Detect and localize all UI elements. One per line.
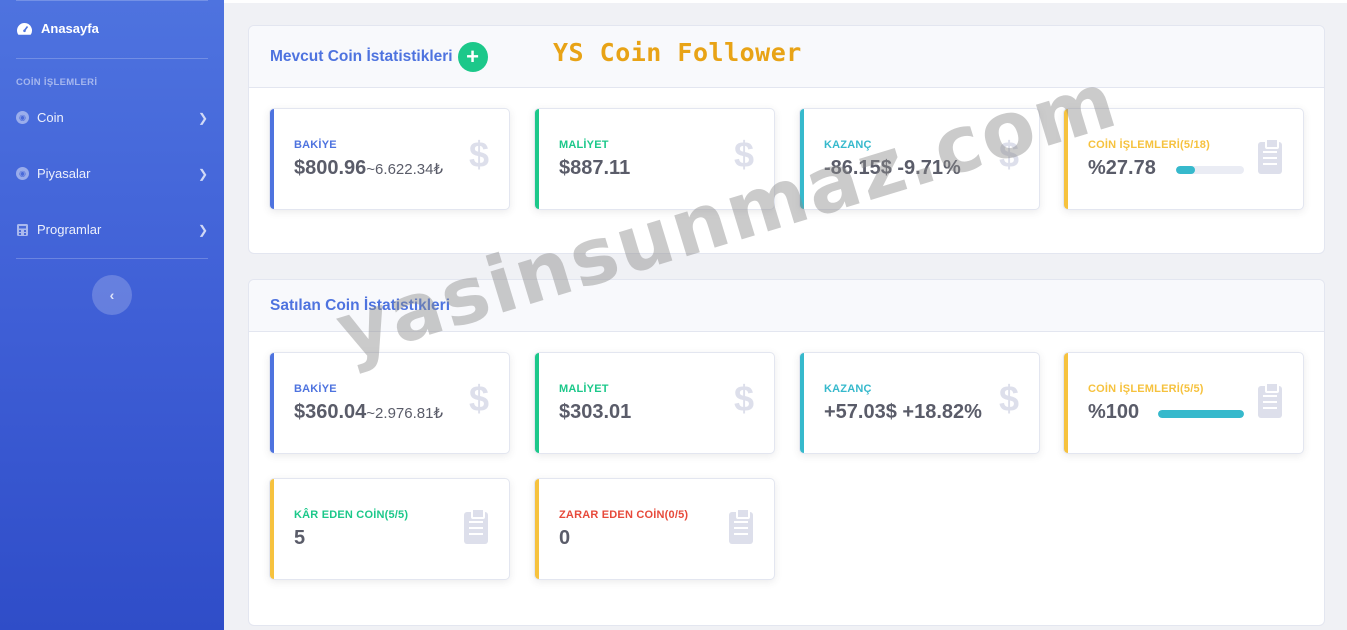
chevron-right-icon: ❯ <box>197 110 208 125</box>
stat-accent-bar <box>1064 109 1068 209</box>
stat-value: $360.04~2.976.81₺ <box>294 401 443 424</box>
dollar-icon: $ <box>733 378 754 419</box>
sidebar-toggle-button[interactable]: ‹ <box>92 275 132 315</box>
stat-accent-bar <box>800 353 804 453</box>
stat-label: COİN İŞLEMLERİ(5/5) <box>1088 383 1204 395</box>
stat-accent-bar <box>800 109 804 209</box>
stat-card-transactions: COİN İŞLEMLERİ(5/5) %100 <box>1063 352 1304 454</box>
dollar-icon: $ <box>468 378 489 419</box>
stat-value: $800.96~6.622.34₺ <box>294 157 443 180</box>
chevron-right-icon: ❯ <box>197 166 208 181</box>
stat-label: KÂR EDEN COİN(5/5) <box>294 509 409 521</box>
stat-value-sub: ~6.622.34₺ <box>366 161 443 178</box>
add-coin-button[interactable]: + <box>457 41 488 72</box>
clipboard-icon <box>729 508 753 544</box>
dollar-icon: $ <box>468 134 489 175</box>
card-title: Satılan Coin İstatistikleri <box>270 296 451 314</box>
clipboard-icon <box>1258 138 1282 174</box>
stat-card-profit: KAZANÇ -86.15$ -9.71% $ <box>799 108 1040 210</box>
stat-label: COİN İŞLEMLERİ(5/18) <box>1088 139 1210 151</box>
stat-label: KAZANÇ <box>824 139 872 151</box>
sold-stats-card: Satılan Coin İstatistikleri BAKİYE $360.… <box>248 279 1325 626</box>
current-stats-card: Mevcut Coin İstatistikleri + YS Coin Fol… <box>248 25 1325 254</box>
stat-accent-bar <box>535 353 539 453</box>
coin-icon: ◉ <box>16 111 29 124</box>
stat-card-profitable-coins: KÂR EDEN COİN(5/5) 5 <box>269 478 510 580</box>
card-title: Mevcut Coin İstatistikleri <box>270 47 453 65</box>
stat-accent-bar <box>1064 353 1068 453</box>
dollar-icon: $ <box>998 378 1019 419</box>
stat-card-cost: MALİYET $303.01 $ <box>534 352 775 454</box>
stat-value: 0 <box>559 527 571 549</box>
sidebar-item-label: Programlar <box>37 222 102 237</box>
stat-value: 5 <box>294 527 306 549</box>
stat-card-transactions: COİN İŞLEMLERİ(5/18) %27.78 <box>1063 108 1304 210</box>
stat-card-balance: BAKİYE $800.96~6.622.34₺ $ <box>269 108 510 210</box>
stat-accent-bar <box>535 109 539 209</box>
sidebar-divider <box>16 258 208 259</box>
stat-label: BAKİYE <box>294 139 337 151</box>
brand-title: YS Coin Follower <box>553 38 802 67</box>
stat-card-losing-coins: ZARAR EDEN COİN(0/5) 0 <box>534 478 775 580</box>
progress-fill <box>1158 410 1244 418</box>
stat-value: $303.01 <box>559 401 632 423</box>
dollar-icon: $ <box>733 134 754 175</box>
stat-label: MALİYET <box>559 383 609 395</box>
coin-icon: ◉ <box>16 167 29 180</box>
stat-accent-bar <box>270 479 274 579</box>
topbar <box>224 0 1347 3</box>
stat-value: %100 <box>1088 401 1140 423</box>
chevron-right-icon: ❯ <box>197 222 208 237</box>
calculator-icon <box>17 223 28 236</box>
stat-value-main: $800.96 <box>294 157 367 179</box>
stat-label: KAZANÇ <box>824 383 872 395</box>
stat-value: $887.11 <box>559 157 631 179</box>
plus-icon: + <box>466 43 480 69</box>
stat-value: %27.78 <box>1088 157 1156 179</box>
stat-value: +57.03$ +18.82% <box>824 401 982 423</box>
dollar-icon: $ <box>998 134 1019 175</box>
stat-card-cost: MALİYET $887.11 $ <box>534 108 775 210</box>
sidebar-item-label: Piyasalar <box>37 166 91 181</box>
sidebar-divider <box>16 0 208 1</box>
sidebar-item-label: Coin <box>37 110 64 125</box>
stat-label: ZARAR EDEN COİN(0/5) <box>559 509 689 521</box>
sidebar-item-piyasalar[interactable]: ◉ Piyasalar ❯ <box>16 166 208 181</box>
stat-value: -86.15$ -9.71% <box>824 157 961 179</box>
stat-accent-bar <box>535 479 539 579</box>
stat-card-profit: KAZANÇ +57.03$ +18.82% $ <box>799 352 1040 454</box>
stat-accent-bar <box>270 109 274 209</box>
clipboard-icon <box>1258 382 1282 418</box>
sidebar-item-coin[interactable]: ◉ Coin ❯ <box>16 110 208 125</box>
dashboard-icon <box>17 22 32 35</box>
sidebar-heading: COİN İŞLEMLERİ <box>16 77 98 88</box>
sidebar: Anasayfa COİN İŞLEMLERİ ◉ Coin ❯ ◉ Piyas… <box>0 0 224 630</box>
stat-accent-bar <box>270 353 274 453</box>
card-header: Satılan Coin İstatistikleri <box>249 280 1324 332</box>
chevron-left-icon: ‹ <box>109 287 115 303</box>
stat-card-balance: BAKİYE $360.04~2.976.81₺ $ <box>269 352 510 454</box>
stat-value-sub: ~2.976.81₺ <box>366 405 443 422</box>
sidebar-item-label: Anasayfa <box>41 21 99 36</box>
progress-bar <box>1176 166 1244 174</box>
stat-value-main: $360.04 <box>294 401 367 423</box>
progress-fill <box>1176 166 1195 174</box>
stat-label: MALİYET <box>559 139 609 151</box>
sidebar-divider <box>16 58 208 59</box>
card-header: Mevcut Coin İstatistikleri + YS Coin Fol… <box>249 26 1324 88</box>
sidebar-item-home[interactable]: Anasayfa <box>16 21 99 36</box>
progress-bar <box>1158 410 1244 418</box>
stat-label: BAKİYE <box>294 383 337 395</box>
clipboard-icon <box>464 508 488 544</box>
sidebar-item-programlar[interactable]: Programlar ❯ <box>16 222 208 237</box>
